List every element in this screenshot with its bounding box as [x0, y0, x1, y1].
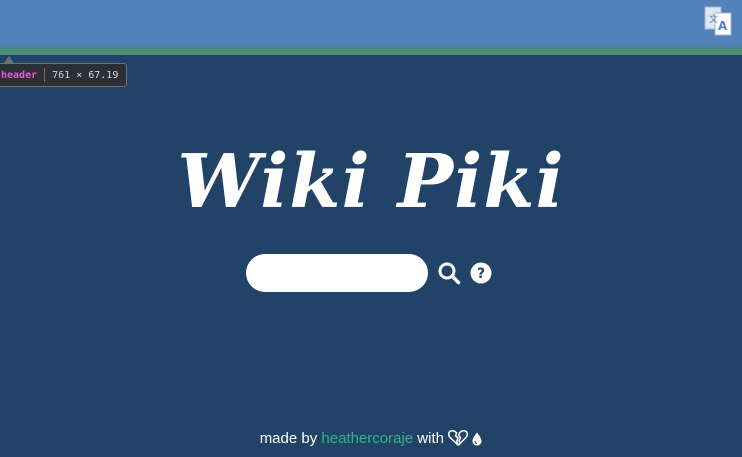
- svg-text:?: ?: [477, 266, 485, 282]
- svg-text:文: 文: [709, 13, 718, 25]
- broken-heart-icon: [448, 430, 472, 447]
- search-input[interactable]: [246, 254, 428, 292]
- footer: made by heathercoraje with: [0, 428, 742, 450]
- header: 文 A: [0, 0, 742, 47]
- drop-icon: [472, 430, 482, 447]
- footer-suffix: with: [413, 430, 449, 447]
- search-icon[interactable]: [437, 261, 461, 285]
- translate-icon[interactable]: 文 A: [704, 5, 732, 37]
- devtools-tooltip-arrow: [4, 56, 14, 63]
- devtools-tooltip-tag: header: [1, 69, 38, 81]
- search-bar: ?: [246, 254, 493, 292]
- page-title: Wiki Piki: [177, 139, 565, 225]
- page: 文 A header 761 × 67.19 Wiki Piki ? made …: [0, 0, 742, 457]
- header-stripe: [0, 47, 742, 55]
- question-circle-icon[interactable]: ?: [469, 261, 493, 285]
- devtools-tooltip-divider: [44, 68, 46, 82]
- devtools-tooltip-size: 761 × 67.19: [52, 69, 119, 81]
- svg-text:A: A: [718, 19, 728, 33]
- footer-prefix: made by: [259, 430, 322, 447]
- devtools-tooltip: header 761 × 67.19: [0, 63, 128, 87]
- author-link[interactable]: heathercoraje: [321, 430, 413, 447]
